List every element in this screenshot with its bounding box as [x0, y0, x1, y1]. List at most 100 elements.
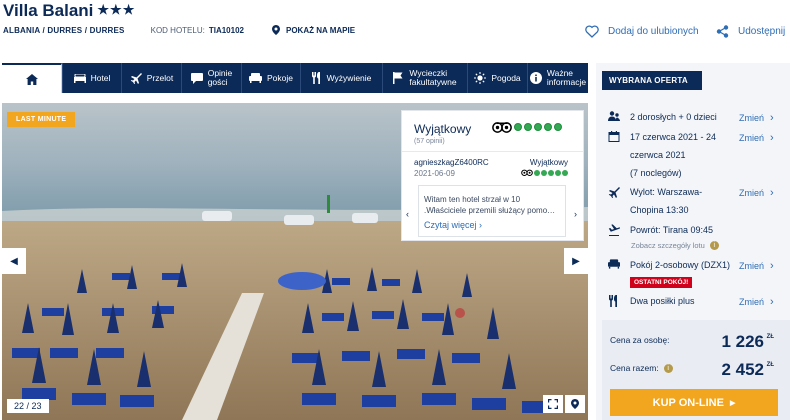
- buy-online-button[interactable]: KUP ON-LINE ▶: [610, 389, 778, 416]
- add-to-favorites-label: Dodaj do ulubionych: [608, 26, 699, 37]
- cutlery-icon: [608, 295, 617, 307]
- rating-bubble-icon: [534, 123, 542, 131]
- price-total-label: Cena razem:: [610, 363, 659, 373]
- review-text-box: Witam ten hotel strzał w 10 .Właściciele…: [418, 185, 566, 237]
- change-dates-button[interactable]: Zmień ›: [739, 132, 774, 144]
- change-room-label: Zmień: [739, 261, 765, 271]
- tab-weather[interactable]: Pogoda: [467, 63, 527, 93]
- currency-label: ZŁ: [766, 362, 774, 368]
- change-flight-button[interactable]: Zmień ›: [739, 187, 774, 199]
- gallery-next-button[interactable]: ▶: [564, 248, 588, 274]
- change-board-label: Zmień: [739, 297, 765, 307]
- review-author: agnieszkagZ6400RC: [414, 158, 489, 167]
- tab-excursions[interactable]: Wycieczki fakultatywne: [382, 63, 467, 93]
- info-icon[interactable]: i: [663, 363, 673, 373]
- hotel-location: ALBANIA / DURRES / DURRES: [3, 25, 125, 35]
- info-icon: i: [709, 241, 719, 250]
- tab-info-line2: informacje: [546, 77, 587, 87]
- hotel-code-value: TIA10102: [208, 25, 244, 35]
- calendar-icon: [608, 131, 620, 142]
- rating-bubble-icon: [555, 169, 561, 176]
- review-author-rating: Wyjątkowy: [529, 158, 568, 167]
- tab-board-label: Wyżywienie: [326, 73, 372, 83]
- hotel-stars: ★★★: [97, 2, 136, 17]
- home-icon: [25, 73, 38, 85]
- chevron-left-icon: ‹: [406, 209, 409, 219]
- offer-departure-line2: Chopina 13:30: [630, 205, 689, 215]
- tab-hotel-label: Hotel: [90, 73, 111, 83]
- tab-rooms[interactable]: Pokoje: [241, 63, 300, 93]
- change-board-button[interactable]: Zmień ›: [739, 296, 774, 308]
- change-dates-label: Zmień: [739, 133, 765, 143]
- hotel-tab-bar: Hotel Przelot Opinie gości Pokoje Wyżywie…: [2, 63, 588, 93]
- tab-reviews-line2: gości: [207, 77, 228, 87]
- price-per-person: 1 226: [721, 332, 764, 351]
- hotel-code: KOD HOTELU: TIA10102: [151, 26, 244, 35]
- fullscreen-button[interactable]: [543, 395, 563, 413]
- price-total: 2 452: [721, 360, 764, 379]
- tab-flight[interactable]: Przelot: [121, 63, 181, 93]
- hotel-meta: ALBANIA / DURRES / DURRES KOD HOTELU: TIA…: [3, 25, 355, 35]
- selected-offer-heading: WYBRANA OFERTA: [602, 71, 702, 90]
- price-box: Cena za osobę: 1 226 ZŁ Cena razem: i 2 4…: [602, 320, 790, 420]
- review-prev-button[interactable]: ‹: [406, 209, 409, 219]
- rating-bubble-icon: [524, 123, 532, 131]
- fullscreen-icon: [548, 399, 558, 409]
- plane-icon: [130, 73, 142, 84]
- review-divider: [402, 151, 583, 152]
- hotel-code-label: KOD HOTELU:: [150, 25, 205, 35]
- flight-details-link[interactable]: Zobacz szczegóły lotu i: [631, 241, 719, 250]
- rating-bubble-icon: [544, 123, 552, 131]
- offer-date-line1: 17 czerwca 2021 - 24: [630, 132, 717, 142]
- gallery-counter: 22 / 23: [7, 399, 49, 413]
- bed-icon: [73, 73, 86, 83]
- sofa-icon: [608, 259, 620, 269]
- chevron-right-icon: ›: [770, 260, 774, 272]
- review-text-line2: .Właściciele przemili służący pomo…: [424, 206, 556, 215]
- rating-bubble-icon: [548, 169, 554, 176]
- gallery-prev-button[interactable]: ◀: [2, 248, 26, 274]
- plane-landing-icon: [608, 224, 620, 236]
- share-button[interactable]: Udostępnij: [716, 25, 785, 38]
- sun-icon: [474, 72, 487, 84]
- sofa-icon: [249, 73, 262, 83]
- review-text-line1: Witam ten hotel strzał w 10: [424, 195, 521, 204]
- tab-home[interactable]: [2, 63, 62, 93]
- tripadvisor-review-card: Wyjątkowy (57 opinii) agnieszkagZ6400RC …: [401, 110, 584, 241]
- review-author-bubbles: [521, 169, 568, 176]
- gallery-map-button[interactable]: [565, 395, 585, 413]
- map-flag-icon: [393, 72, 403, 84]
- rating-bubble-icon: [514, 123, 522, 131]
- hotel-name: Villa Balani: [3, 1, 94, 20]
- review-next-button[interactable]: ›: [574, 209, 577, 219]
- chevron-right-icon: ›: [770, 296, 774, 308]
- change-guests-button[interactable]: Zmień ›: [739, 112, 774, 124]
- offer-date-line3: (7 noclegów): [630, 168, 682, 178]
- caret-right-icon: ▶: [729, 399, 736, 407]
- tab-guest-reviews[interactable]: Opinie gości: [181, 63, 241, 93]
- offer-date-line2: czerwca 2021: [630, 150, 686, 160]
- hotel-title: Villa Balani ★★★: [3, 1, 135, 21]
- flight-details-label: Zobacz szczegóły lotu: [631, 241, 705, 250]
- tripadvisor-owl-icon: [492, 122, 512, 133]
- heart-icon: [585, 25, 599, 38]
- show-on-map-link[interactable]: POKAŻ NA MAPIE: [271, 25, 356, 35]
- chevron-right-icon: ›: [479, 220, 483, 230]
- caret-left-icon: ◀: [10, 255, 18, 267]
- last-room-badge: OSTATNI POKÓJ!: [630, 277, 693, 288]
- share-label: Udostępnij: [738, 26, 786, 37]
- show-on-map-label: POKAŻ NA MAPIE: [285, 25, 356, 35]
- offer-guests: 2 dorosłych + 0 dzieci: [630, 112, 717, 122]
- price-total-label-wrap: Cena razem: i: [610, 363, 673, 373]
- hotel-header: Villa Balani ★★★ ALBANIA / DURRES / DURRE…: [0, 0, 790, 62]
- tab-hotel[interactable]: Hotel: [62, 63, 121, 93]
- tab-flight-label: Przelot: [146, 73, 174, 83]
- change-room-button[interactable]: Zmień ›: [739, 260, 774, 272]
- add-to-favorites-button[interactable]: Dodaj do ulubionych: [585, 25, 699, 38]
- tab-important-info[interactable]: Ważne informacje: [527, 63, 588, 93]
- read-more-label: Czytaj więcej: [424, 220, 477, 230]
- price-per-person-label: Cena za osobę:: [610, 335, 670, 345]
- read-more-link[interactable]: Czytaj więcej ›: [424, 220, 559, 230]
- tripadvisor-owl-icon: [521, 169, 533, 176]
- tab-board[interactable]: Wyżywienie: [300, 63, 382, 93]
